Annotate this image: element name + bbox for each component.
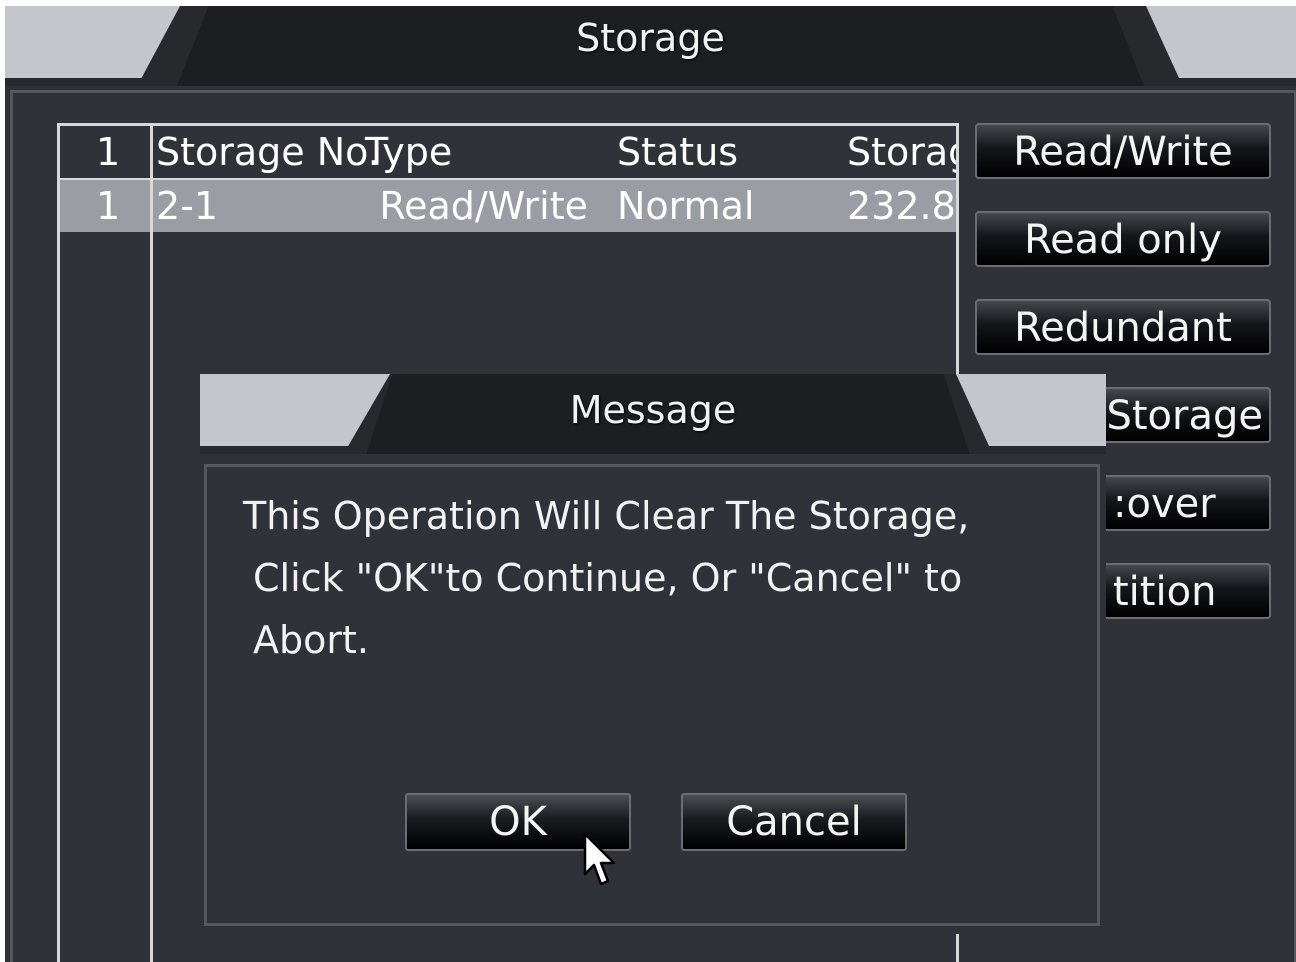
cancel-button[interactable]: Cancel xyxy=(681,793,907,851)
row-storage-no: 2-1 xyxy=(156,184,219,228)
window-title-bar: Storage xyxy=(5,6,1296,86)
column-divider xyxy=(150,126,153,962)
read-only-button[interactable]: Read only xyxy=(975,211,1271,267)
message-dialog: Message This Operation Will Clear The St… xyxy=(200,374,1106,934)
row-index: 1 xyxy=(96,184,121,228)
header-index: 1 xyxy=(96,130,121,174)
dialog-title: Message xyxy=(569,388,737,432)
mouse-pointer-icon xyxy=(583,832,616,886)
header-status: Status xyxy=(617,130,739,174)
row-status: Normal xyxy=(617,184,755,228)
row-type: Read/Write xyxy=(379,184,588,228)
dialog-body: This Operation Will Clear The Storage, C… xyxy=(204,464,1100,926)
header-capacity: Storag xyxy=(847,130,956,174)
table-header: 1 Storage No. Type Status Storag xyxy=(60,126,956,181)
table-row[interactable]: 1 2-1 Read/Write Normal 232.8 xyxy=(60,180,956,232)
read-write-button[interactable]: Read/Write xyxy=(975,123,1271,179)
dialog-message: This Operation Will Clear The Storage, C… xyxy=(243,485,1023,671)
window-title: Storage xyxy=(576,16,725,60)
dialog-title-bar: Message xyxy=(200,374,1106,454)
dialog-message-line: This Operation Will Clear The Storage, xyxy=(243,494,970,538)
row-capacity: 232.8 xyxy=(847,184,956,228)
header-storage-no: Storage No. xyxy=(156,130,380,174)
redundant-button[interactable]: Redundant xyxy=(975,299,1271,355)
dialog-message-line: Click "OK"to Continue, Or "Cancel" to xyxy=(253,556,963,600)
header-type: Type xyxy=(365,130,453,174)
dialog-message-line: Abort. xyxy=(253,618,369,662)
